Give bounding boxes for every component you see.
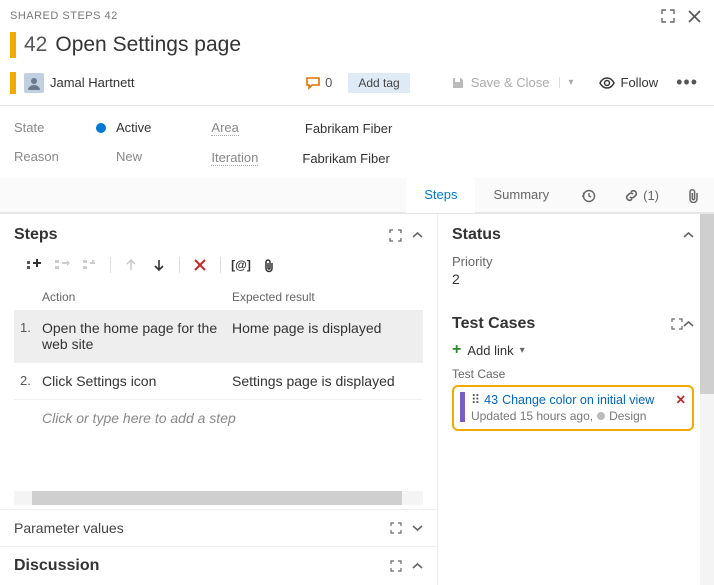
area-value[interactable]: Fabrikam Fiber <box>305 121 392 136</box>
step-action-cell[interactable]: Open the home page for the web site <box>42 320 232 352</box>
save-close-label: Save & Close <box>471 75 550 90</box>
workitem-id: 42 <box>24 33 47 57</box>
maximize-icon[interactable] <box>671 318 683 330</box>
step-expected-cell[interactable]: Home page is displayed <box>232 320 417 352</box>
linked-id[interactable]: 43 <box>484 393 498 407</box>
priority-value[interactable]: 2 <box>452 271 694 287</box>
workitem-title[interactable]: Open Settings page <box>55 33 241 57</box>
step-action-cell[interactable]: Click Settings icon <box>42 373 232 389</box>
move-up-button <box>119 254 143 276</box>
discussion-icon[interactable] <box>305 76 321 90</box>
linked-updated: Updated 15 hours ago, <box>471 409 593 423</box>
step-row[interactable]: 1. Open the home page for the web site H… <box>14 310 423 363</box>
add-tag-button[interactable]: Add tag <box>348 73 409 93</box>
tab-summary[interactable]: Summary <box>475 178 567 212</box>
add-link-button[interactable]: + Add link ▾ <box>452 341 694 359</box>
discussion-heading: Discussion <box>14 557 99 575</box>
tab-links[interactable]: (1) <box>610 178 673 212</box>
state-value[interactable]: Active <box>116 120 151 135</box>
insert-step-button[interactable] <box>22 254 46 276</box>
priority-label: Priority <box>452 254 694 269</box>
discussion-count: 0 <box>325 75 332 90</box>
maximize-icon[interactable] <box>390 560 402 572</box>
iteration-value[interactable]: Fabrikam Fiber <box>302 151 389 166</box>
maximize-icon[interactable] <box>390 522 402 534</box>
type-color-bar <box>10 32 16 58</box>
save-close-button: Save & Close ▾ <box>440 70 585 95</box>
area-label[interactable]: Area <box>211 120 238 136</box>
steps-heading: Steps <box>14 226 58 244</box>
testcase-group-label: Test Case <box>452 367 694 381</box>
plus-icon: + <box>452 341 461 359</box>
chevron-down-icon: ▾ <box>520 345 525 356</box>
collapse-icon[interactable] <box>412 562 423 570</box>
chevron-down-icon[interactable] <box>412 524 423 532</box>
fullscreen-icon[interactable] <box>658 6 678 26</box>
tab-steps[interactable]: Steps <box>406 178 475 213</box>
linked-state: Design <box>609 409 646 423</box>
collapse-icon[interactable] <box>683 231 694 239</box>
move-down-button[interactable] <box>147 254 171 276</box>
chevron-down-icon[interactable]: ▾ <box>559 77 573 88</box>
status-heading: Status <box>452 226 501 244</box>
state-dot-icon <box>597 412 605 420</box>
assignee-name[interactable]: Jamal Hartnett <box>50 75 135 90</box>
insert-param-button[interactable]: [@] <box>229 254 253 276</box>
avatar[interactable] <box>24 73 44 93</box>
reason-value[interactable]: New <box>116 149 142 164</box>
collapse-icon[interactable] <box>683 320 694 328</box>
parameter-values-heading[interactable]: Parameter values <box>14 520 124 536</box>
attach-file-button[interactable] <box>257 254 281 276</box>
step-row[interactable]: 2. Click Settings icon Settings page is … <box>14 363 423 400</box>
col-action-header: Action <box>42 290 232 304</box>
remove-link-button[interactable]: ✕ <box>676 392 686 407</box>
workitem-type-label: SHARED STEPS 42 <box>10 10 118 22</box>
vertical-scrollbar[interactable] <box>700 214 714 585</box>
more-actions-button[interactable]: ••• <box>670 72 704 93</box>
close-icon[interactable] <box>684 6 704 26</box>
state-dot-icon <box>96 123 106 133</box>
drag-handle-icon[interactable]: ⠿ <box>471 392 480 407</box>
tab-history[interactable] <box>567 178 610 212</box>
col-expected-header: Expected result <box>232 290 417 304</box>
maximize-icon[interactable] <box>389 229 402 242</box>
state-label: State <box>14 120 76 135</box>
testcase-color-bar <box>460 392 465 422</box>
type-color-bar-small <box>10 72 16 94</box>
linked-title[interactable]: Change color on initial view <box>502 393 654 407</box>
tab-attachments[interactable] <box>673 178 714 212</box>
horizontal-scrollbar[interactable] <box>14 491 423 505</box>
delete-step-button[interactable] <box>188 254 212 276</box>
linked-testcase-card[interactable]: ⠿ 43 Change color on initial view ✕ Upda… <box>452 385 694 431</box>
follow-button[interactable]: Follow <box>599 75 659 90</box>
iteration-label[interactable]: Iteration <box>211 150 258 166</box>
collapse-icon[interactable] <box>412 231 423 239</box>
reason-label: Reason <box>14 149 76 164</box>
testcases-heading: Test Cases <box>452 315 535 333</box>
add-step-placeholder[interactable]: Click or type here to add a step <box>14 400 423 436</box>
create-shared-button <box>78 254 102 276</box>
step-expected-cell[interactable]: Settings page is displayed <box>232 373 417 389</box>
insert-shared-button <box>50 254 74 276</box>
